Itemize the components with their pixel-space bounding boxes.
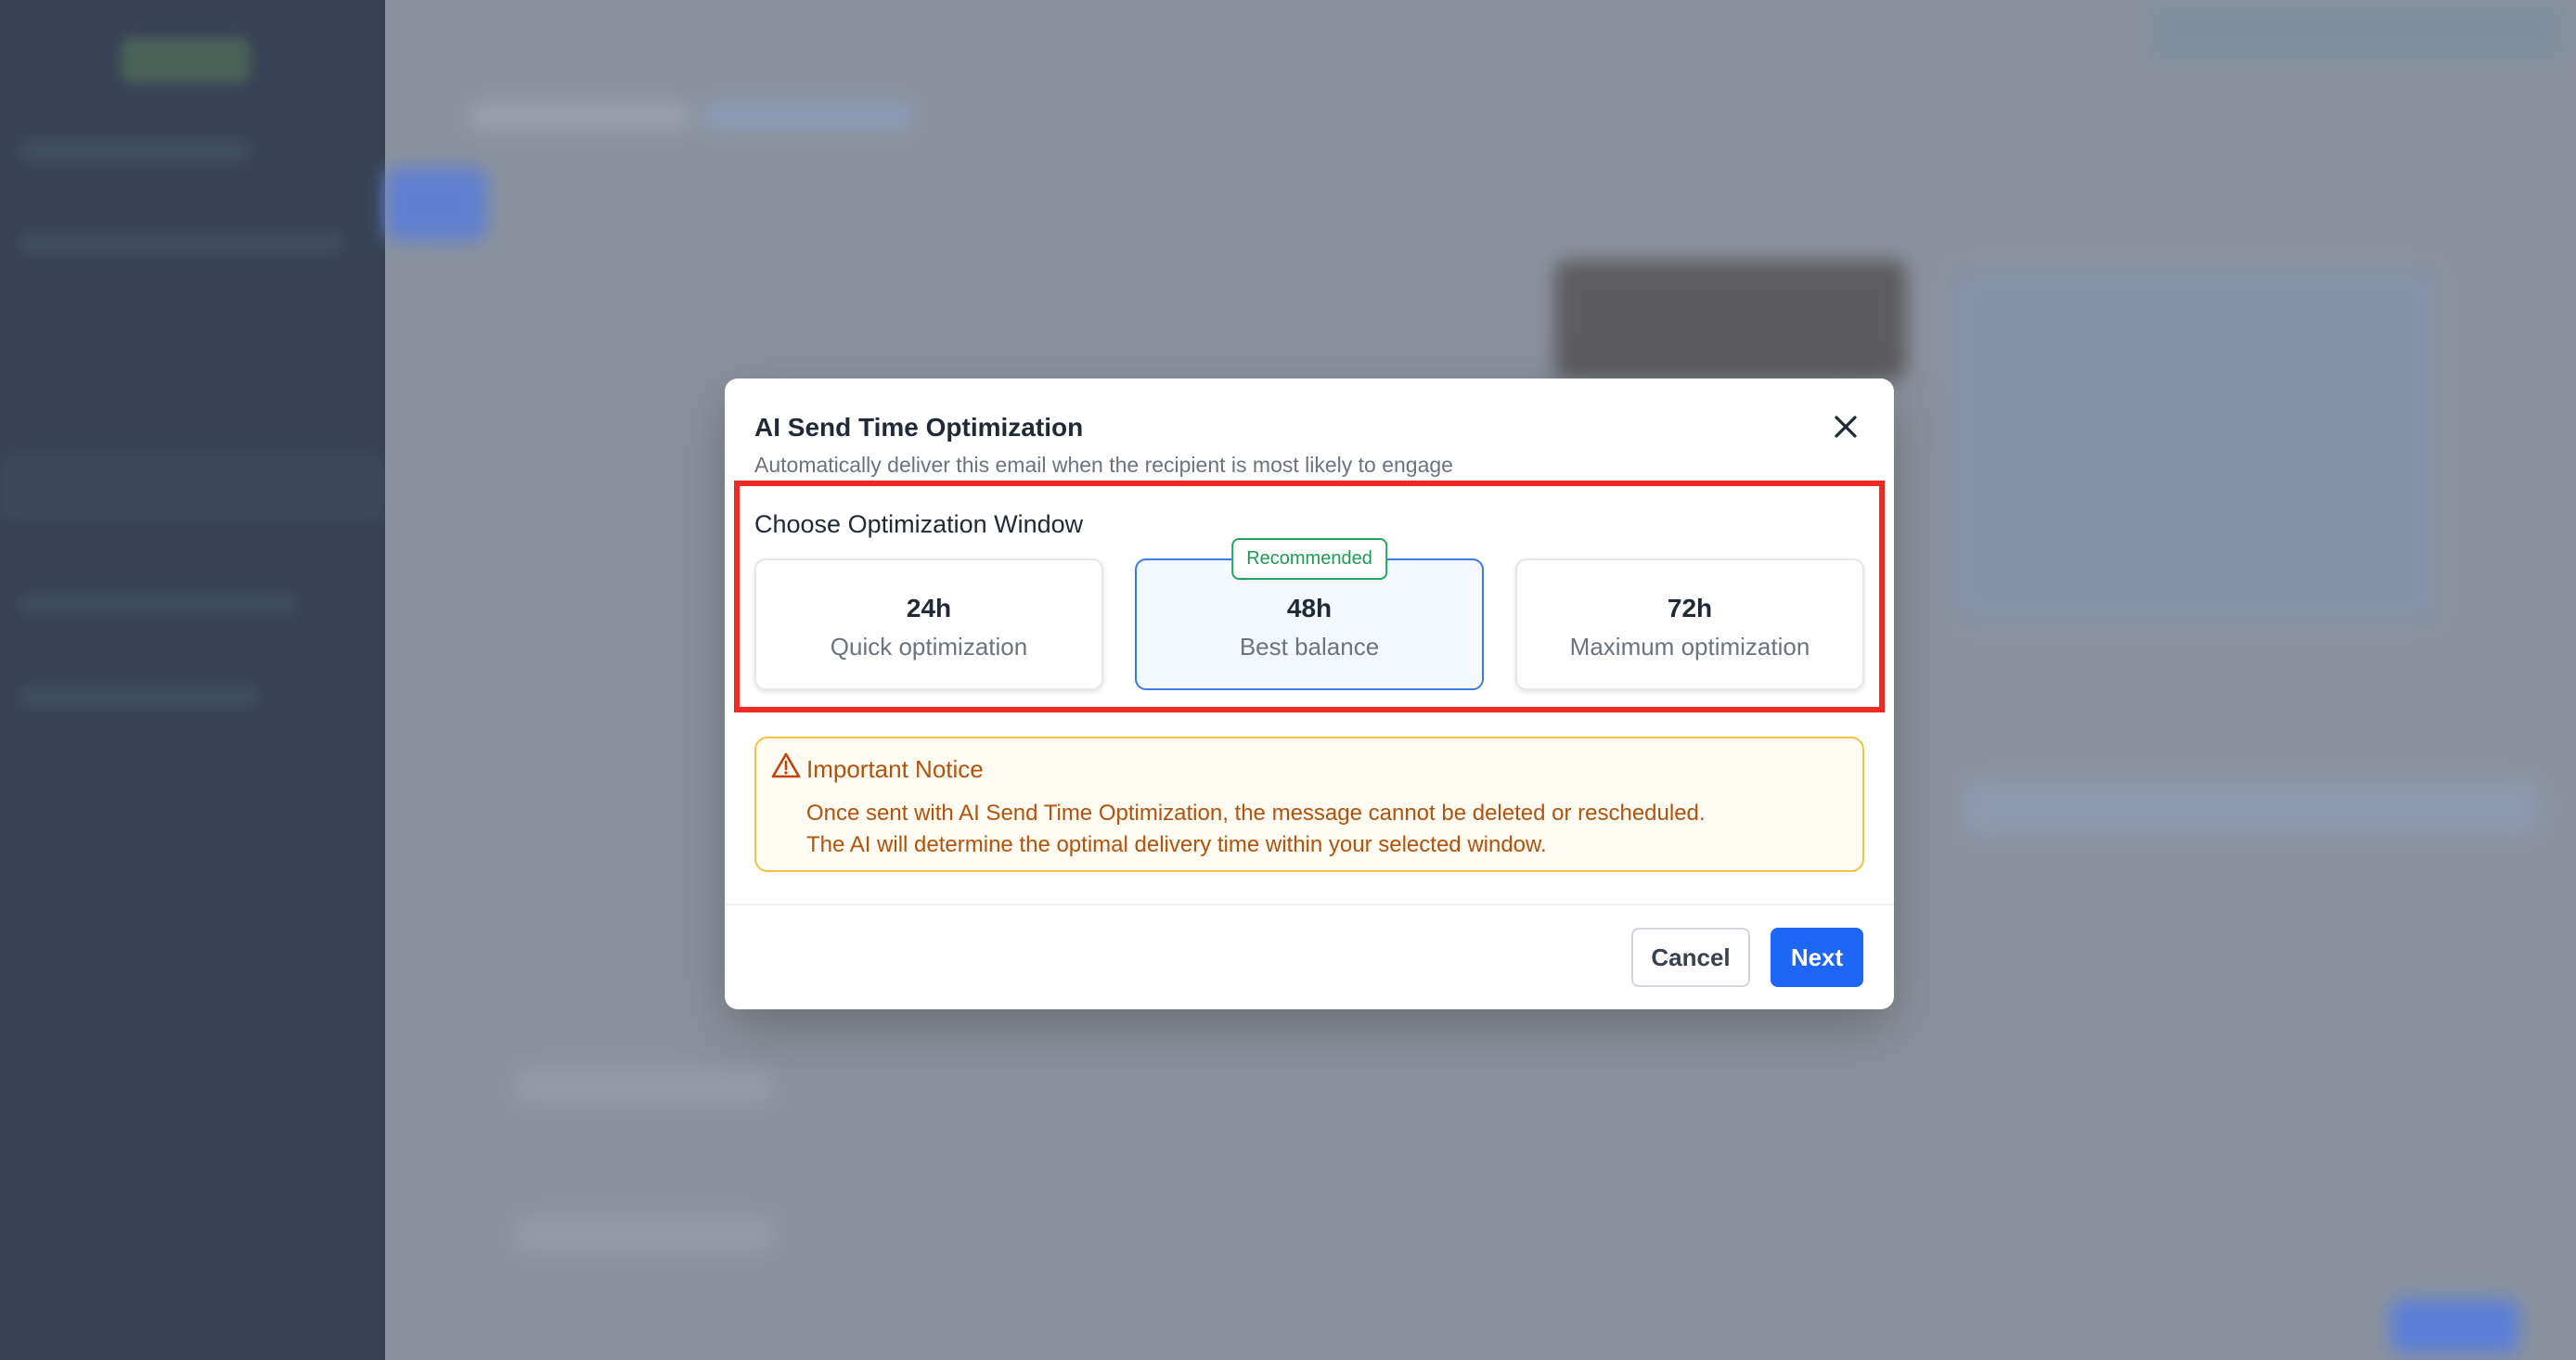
dialog-header: AI Send Time Optimization Automatically … <box>754 412 1864 478</box>
ai-send-time-optimization-dialog: AI Send Time Optimization Automatically … <box>725 378 1894 1009</box>
notice-title: Important Notice <box>806 755 984 783</box>
dialog-title: AI Send Time Optimization <box>754 413 1084 442</box>
recommended-badge: Recommended <box>1231 538 1387 580</box>
option-label: Quick optimization <box>830 632 1028 661</box>
important-notice: Important Notice Once sent with AI Send … <box>754 737 1864 872</box>
option-value: 72h <box>1667 593 1713 622</box>
section-title: Choose Optimization Window <box>754 510 1084 538</box>
next-button[interactable]: Next <box>1771 928 1863 987</box>
option-72h[interactable]: 72h Maximum optimization <box>1515 558 1864 690</box>
dialog-subtitle: Automatically deliver this email when th… <box>754 452 1453 477</box>
warning-triangle-icon <box>771 752 801 778</box>
notice-line-1: Once sent with AI Send Time Optimization… <box>806 801 1706 826</box>
option-value: 48h <box>1286 593 1333 622</box>
option-48h[interactable]: Recommended 48h Best balance <box>1135 538 1484 690</box>
cancel-button[interactable]: Cancel <box>1631 928 1750 987</box>
notice-text: Once sent with AI Send Time Optimization… <box>806 798 1706 861</box>
optimization-window-options: 24h Quick optimization Recommended 48h B… <box>754 538 1864 690</box>
close-button[interactable] <box>1825 406 1866 447</box>
option-24h[interactable]: 24h Quick optimization <box>754 558 1103 690</box>
option-label: Maximum optimization <box>1569 632 1810 661</box>
notice-line-2: The AI will determine the optimal delive… <box>806 832 1547 857</box>
option-label: Best balance <box>1239 632 1380 661</box>
close-icon <box>1835 416 1857 438</box>
footer-divider <box>725 904 1894 905</box>
option-value: 24h <box>906 593 952 622</box>
background-sidebar <box>0 0 385 1360</box>
